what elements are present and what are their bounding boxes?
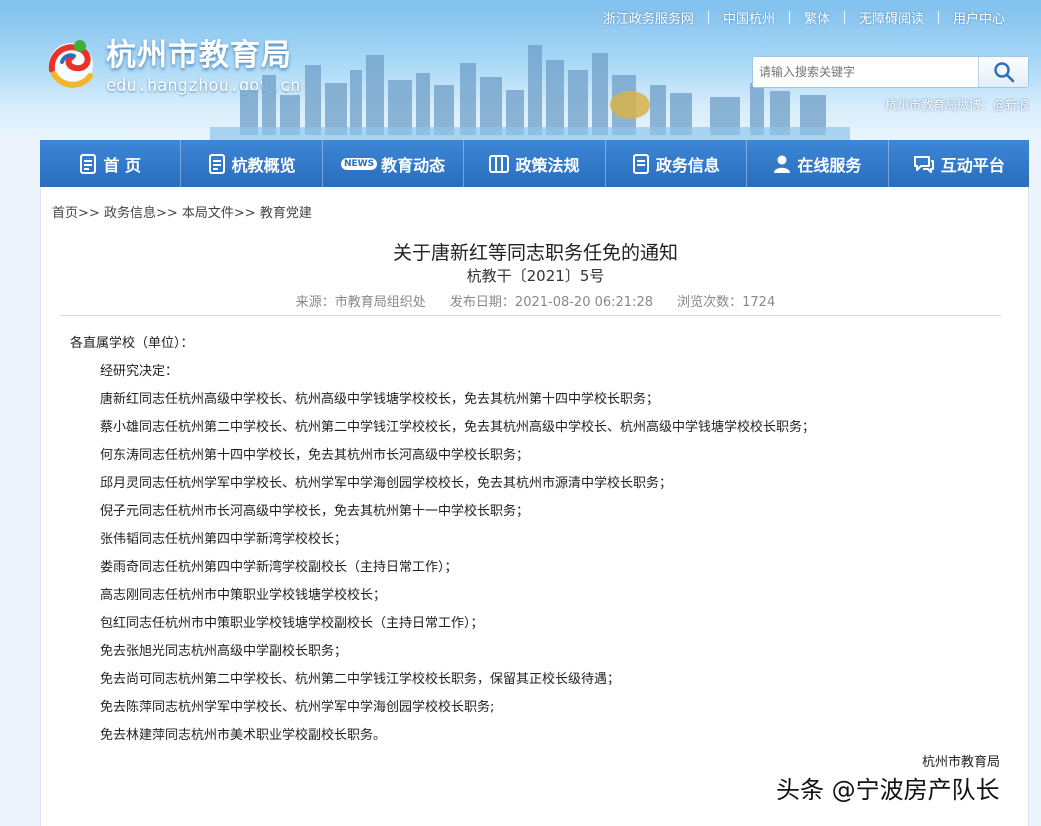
appointment-line: 娄雨奇同志任杭州第四中学新湾学校副校长（主持日常工作）； — [100, 560, 458, 575]
education-logo-icon — [48, 40, 93, 88]
search-box — [752, 56, 1029, 88]
appointment-line: 免去陈萍同志杭州学军中学校长、杭州学军中学海创园学校校长职务; — [100, 700, 495, 715]
grid-icon — [489, 154, 510, 173]
article-views: 浏览次数：1724 — [677, 295, 776, 310]
document-number: 杭教干〔2021〕5号 — [466, 267, 605, 285]
nav-label: 互动平台 — [940, 155, 1005, 175]
nav-label: 在线服务 — [797, 155, 862, 175]
breadcrumb-home[interactable]: 首页 — [52, 206, 78, 221]
article-source: 来源：市教育局组织处 — [295, 295, 426, 310]
appointment-line: 邱月灵同志任杭州学军中学校长、杭州学军中学海创园学校校长，免去其杭州市源清中学校… — [100, 476, 673, 491]
appointment-line: 免去张旭光同志杭州高级中学副校长职务； — [100, 644, 348, 659]
search-icon — [993, 62, 1014, 83]
link-china-hangzhou[interactable]: 中国杭州 — [709, 8, 789, 27]
document-icon — [632, 153, 649, 174]
link-traditional-chinese[interactable]: 繁体 — [790, 8, 844, 27]
nav-online-service[interactable]: 在线服务 — [747, 140, 889, 187]
appointment-line: 何东涛同志任杭州第十四中学校长，免去其杭州市长河高级中学校长职务； — [100, 448, 530, 463]
appointment-line: 免去尚可同志杭州第二中学校长、杭州第二中学钱江学校校长职务，保留其正校长级待遇； — [100, 672, 621, 687]
main-nav: 首 页 杭教概览 NEWS 教育动态 政策法规 政务信息 在线服务 互动平台 — [40, 140, 1029, 187]
document-icon — [80, 153, 97, 174]
breadcrumb-bureau-files[interactable]: 本局文件 — [182, 206, 234, 221]
appointment-line: 唐新红同志任杭州高级中学校长、杭州高级中学钱塘学校校长，免去其杭州第十四中学校长… — [100, 392, 660, 407]
nav-label: 首 页 — [103, 155, 141, 175]
nav-policies[interactable]: 政策法规 — [464, 140, 606, 187]
search-input[interactable] — [753, 58, 979, 86]
breadcrumb-party-building[interactable]: 教育党建 — [260, 206, 312, 221]
article-meta: 来源：市教育局组织处 发布日期：2021-08-20 06:21:28 浏览次数… — [41, 291, 1028, 310]
chat-icon — [913, 155, 934, 173]
salutation: 各直属学校（单位）： — [70, 336, 194, 351]
appointment-line: 倪子元同志任杭州市长河高级中学校长，免去其杭州第十一中学校长职务； — [100, 504, 530, 519]
nav-label: 教育动态 — [381, 155, 446, 175]
appointment-line: 蔡小雄同志任杭州第二中学校长、杭州第二中学钱江学校校长，免去其杭州高级中学校长、… — [100, 420, 816, 435]
user-icon — [774, 155, 791, 173]
article-date: 发布日期：2021-08-20 06:21:28 — [449, 295, 653, 310]
weibo-link[interactable]: 杭州市教育局微博：@新浪 — [885, 96, 1029, 113]
article-body: 各直属学校（单位）： 经研究决定： 唐新红同志任杭州高级中学校长、杭州高级中学钱… — [70, 330, 1000, 750]
link-accessibility[interactable]: 无障碍阅读 — [845, 8, 938, 27]
appointment-line: 包红同志任杭州市中策职业学校钱塘学校副校长（主持日常工作）； — [100, 616, 484, 631]
nav-interaction[interactable]: 互动平台 — [889, 140, 1029, 187]
issuer-signature: 杭州市教育局 — [921, 755, 1000, 770]
breadcrumb: 首页>> 政务信息>> 本局文件>> 教育党建 — [52, 206, 312, 221]
top-links-bar: 浙江政务服务网 中国杭州 繁体 无障碍阅读 用户中心 — [589, 8, 1019, 27]
nav-education-news[interactable]: NEWS 教育动态 — [323, 140, 465, 187]
nav-label: 杭教概览 — [231, 155, 296, 175]
site-header: 浙江政务服务网 中国杭州 繁体 无障碍阅读 用户中心 杭州市教育局 edu.ha… — [0, 0, 1041, 140]
link-zhejiang-gov-service[interactable]: 浙江政务服务网 — [589, 8, 708, 27]
search-button[interactable] — [978, 57, 1028, 87]
divider — [59, 315, 1001, 316]
nav-government-info[interactable]: 政务信息 — [606, 140, 748, 187]
document-icon — [208, 153, 225, 174]
source-watermark: 头条 @宁波房产队长 — [776, 776, 1000, 804]
appointment-line: 高志刚同志任杭州市中策职业学校钱塘学校校长； — [100, 588, 387, 603]
nav-overview[interactable]: 杭教概览 — [181, 140, 323, 187]
nav-label: 政务信息 — [655, 155, 720, 175]
link-user-center[interactable]: 用户中心 — [939, 8, 1019, 27]
article-panel: 首页>> 政务信息>> 本局文件>> 教育党建 关于唐新红等同志职务任免的通知 … — [40, 187, 1029, 826]
breadcrumb-gov-info[interactable]: 政务信息 — [104, 206, 156, 221]
appointment-line: 免去林建萍同志杭州市美术职业学校副校长职务。 — [100, 728, 387, 743]
nav-home[interactable]: 首 页 — [40, 140, 182, 187]
nav-label: 政策法规 — [515, 155, 580, 175]
intro-line: 经研究决定： — [100, 364, 179, 379]
news-icon: NEWS — [341, 157, 378, 170]
article-title: 关于唐新红等同志职务任免的通知 — [392, 242, 678, 264]
appointment-line: 张伟韬同志任杭州第四中学新湾学校校长； — [100, 532, 348, 547]
